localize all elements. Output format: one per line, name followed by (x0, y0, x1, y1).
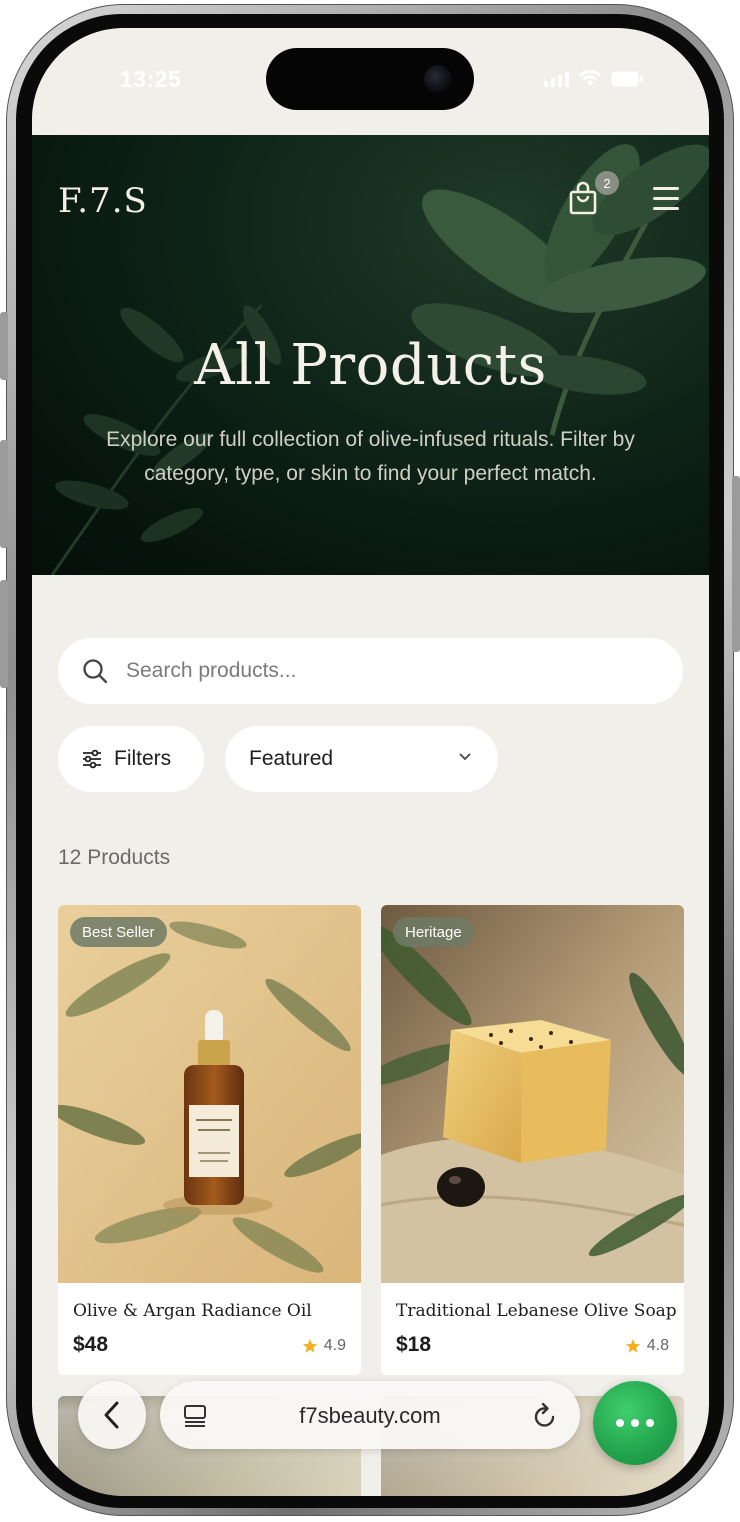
search-icon (83, 659, 108, 684)
battery-icon (611, 71, 643, 87)
product-name[interactable]: Traditional Lebanese Olive Soap (396, 1301, 677, 1321)
cellular-signal-icon (544, 71, 569, 87)
page-title: All Products (194, 333, 547, 398)
cart-button[interactable]: 2 (569, 171, 619, 221)
product-name[interactable]: Olive & Argan Radiance Oil (73, 1301, 312, 1321)
product-badge: Best Seller (70, 917, 167, 947)
more-icon (616, 1419, 624, 1427)
screen: 13:25 F.7.S 2 All Products Explore our f… (32, 28, 709, 1496)
product-image[interactable]: Heritage (381, 905, 684, 1283)
product-rating: 4.8 (625, 1337, 669, 1355)
volume-up-button (0, 440, 8, 548)
product-badge: Heritage (393, 917, 474, 947)
brand-logo[interactable]: F.7.S (58, 181, 148, 221)
more-button[interactable] (593, 1381, 677, 1465)
product-count: 12 Products (58, 846, 171, 869)
cart-count-badge: 2 (595, 171, 619, 195)
page-subtitle: Explore our full collection of olive-inf… (106, 428, 635, 485)
camera-icon (424, 65, 452, 93)
bag-icon (569, 181, 597, 215)
power-button (732, 476, 740, 652)
rating-value: 4.9 (323, 1337, 346, 1354)
star-icon (625, 1339, 640, 1353)
url-text[interactable]: f7sbeauty.com (160, 1403, 580, 1429)
action-button (0, 312, 8, 380)
reload-icon[interactable] (532, 1402, 558, 1430)
hero-banner: F.7.S 2 All Products Explore our full co… (32, 135, 709, 575)
product-rating: 4.9 (302, 1337, 346, 1355)
product-card[interactable]: Best Seller Olive & Argan Radiance Oil $… (58, 905, 361, 1375)
search-input[interactable] (126, 659, 606, 683)
star-icon (302, 1339, 317, 1353)
status-bar: 13:25 (32, 28, 709, 135)
chevron-down-icon (459, 753, 471, 761)
rating-value: 4.8 (646, 1337, 669, 1354)
menu-button[interactable] (653, 187, 679, 211)
product-card[interactable]: Heritage Traditional Lebanese Olive Soap… (381, 905, 684, 1375)
wifi-icon (578, 70, 602, 87)
product-image[interactable]: Best Seller (58, 905, 361, 1283)
filters-label: Filters (114, 747, 172, 770)
volume-down-button (0, 580, 8, 688)
status-time: 13:25 (120, 66, 182, 92)
product-price: $48 (73, 1333, 109, 1356)
product-price: $18 (396, 1333, 432, 1356)
url-bar[interactable]: f7sbeauty.com (160, 1381, 580, 1449)
site-header: F.7.S 2 (58, 171, 679, 225)
sort-selected-value: Featured (249, 747, 334, 770)
sort-select[interactable]: Featured (225, 726, 498, 792)
dynamic-island (266, 48, 474, 110)
back-icon (104, 1401, 119, 1429)
back-button[interactable] (78, 1381, 146, 1449)
filters-button[interactable]: Filters (58, 726, 204, 792)
sliders-icon (83, 749, 101, 769)
search-bar[interactable] (58, 638, 683, 704)
status-icons (544, 70, 643, 87)
